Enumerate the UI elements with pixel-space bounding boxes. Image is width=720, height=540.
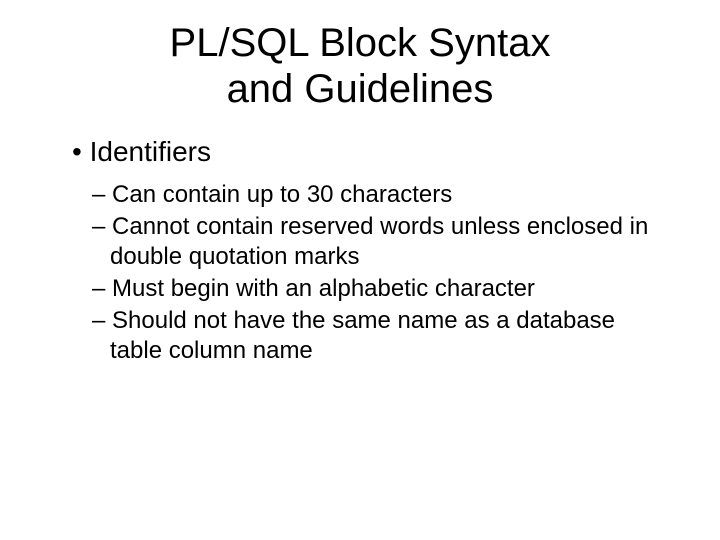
sub-bullet-text: Can contain up to 30 characters [112,181,452,208]
sub-bullet-item: Should not have the same name as a datab… [92,306,660,366]
title-line-2: and Guidelines [227,67,494,111]
title-line-1: PL/SQL Block Syntax [170,21,551,65]
sub-bullet-text: Should not have the same name as a datab… [110,307,615,364]
sub-bullet-text: Must begin with an alphabetic character [112,275,535,302]
sub-bullet-item: Must begin with an alphabetic character [92,274,660,304]
sub-bullet-item: Can contain up to 30 characters [92,180,660,210]
bullet-level-1-text: Identifiers [90,136,211,167]
bullet-identifiers: Identifiers [72,136,660,168]
sub-bullet-item: Cannot contain reserved words unless enc… [92,212,660,272]
sub-bullet-text: Cannot contain reserved words unless enc… [110,213,648,270]
slide-title: PL/SQL Block Syntax and Guidelines [60,20,660,112]
